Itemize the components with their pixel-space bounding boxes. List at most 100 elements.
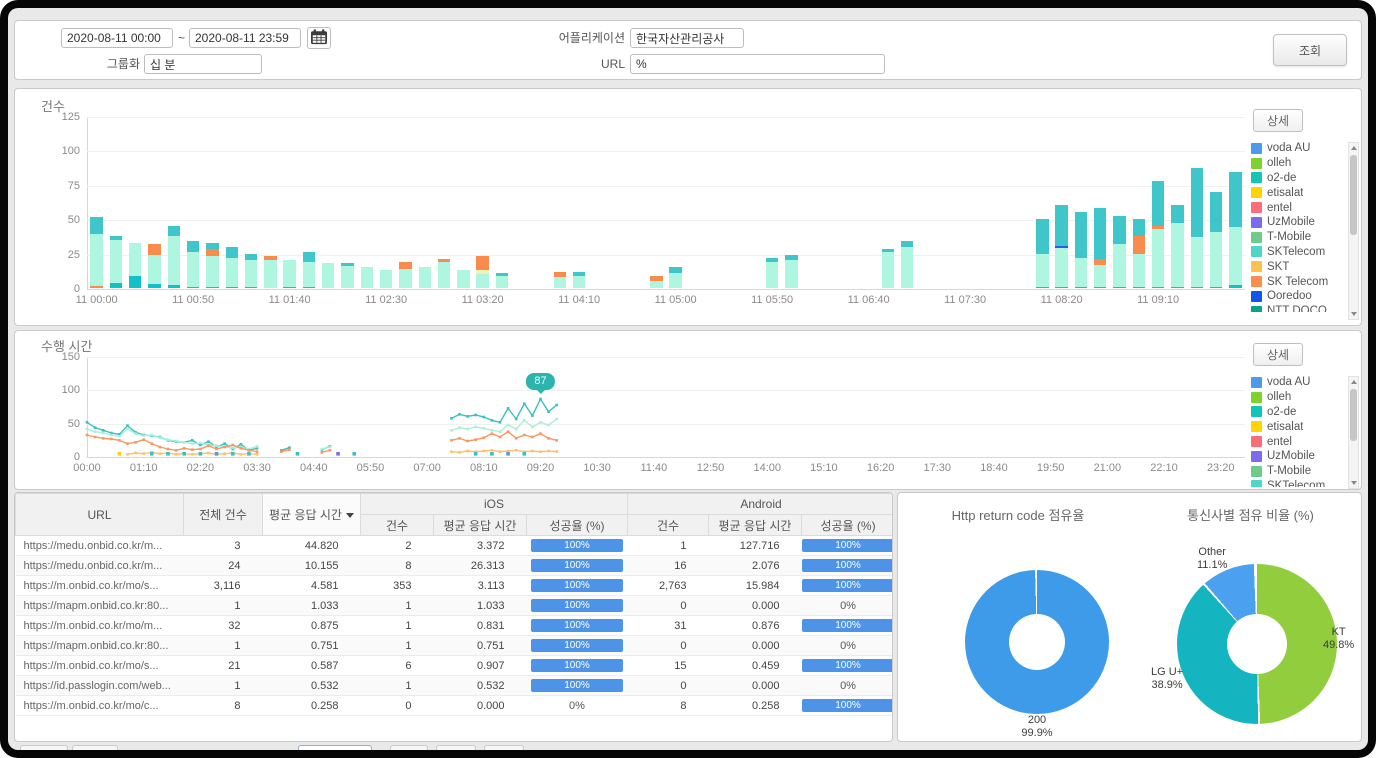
legend-label: SK Telecom [1267, 276, 1328, 288]
table-row[interactable]: https://id.passlogin.com/web...10.53210.… [16, 676, 894, 696]
table-row[interactable]: https://mapm.onbid.co.kr:80...11.03311.0… [16, 596, 894, 616]
date-from-input[interactable] [61, 28, 173, 48]
time-legend-scrollbar[interactable] [1348, 376, 1359, 489]
cell-number: 8 [184, 696, 263, 716]
bar-stack [554, 272, 566, 289]
legend-swatch-icon [1251, 276, 1262, 287]
col-header-android-success[interactable]: 성공율 (%) [802, 515, 893, 536]
bar-segment [399, 269, 411, 288]
scroll-down-icon[interactable] [1351, 312, 1357, 316]
legend-label: Ooredoo [1267, 290, 1312, 302]
legend-item[interactable]: SK Telecom [1251, 274, 1335, 289]
cell-number: 0.000 [709, 596, 802, 616]
success-rate-bar: 100% [531, 659, 623, 672]
table-row[interactable]: https://mapm.onbid.co.kr:80...10.75110.7… [16, 636, 894, 656]
lgu-label: LG U+ [1151, 666, 1183, 679]
legend-item[interactable]: etisalat [1251, 185, 1335, 200]
col-header-total[interactable]: 전체 건수 [184, 494, 263, 536]
col-header-android-count[interactable]: 건수 [628, 515, 709, 536]
bar-segment [110, 283, 122, 289]
col-header-avg-sorted[interactable]: 평균 응답 시간 [263, 494, 361, 536]
search-button[interactable]: 조회 [1273, 34, 1347, 66]
bar-segment [1036, 287, 1048, 288]
pagination-page-input[interactable] [298, 745, 372, 750]
col-header-ios-count[interactable]: 건수 [361, 515, 434, 536]
table-row[interactable]: https://medu.onbid.co.kr/m...2410.155826… [16, 556, 894, 576]
bar-segment [245, 260, 257, 286]
scroll-down-icon[interactable] [1351, 481, 1357, 485]
bar-stack [457, 270, 469, 288]
col-header-ios-avg[interactable]: 평균 응답 시간 [434, 515, 527, 536]
count-chart-plot: 025507510012511 00:0011 00:5011 01:4011 … [87, 117, 1245, 289]
table-row[interactable]: https://m.onbid.co.kr/mo/m...320.87510.8… [16, 616, 894, 636]
group-by-input[interactable] [144, 54, 262, 74]
legend-item[interactable]: entel [1251, 200, 1335, 215]
pagination-first-button[interactable] [20, 745, 68, 750]
legend-item[interactable]: T-Mobile [1251, 230, 1335, 245]
cell-number: 1 [361, 616, 434, 636]
cell-success-rate: 100% [802, 696, 893, 716]
bar-stack [1075, 212, 1087, 288]
time-detail-button[interactable]: 상세 [1253, 343, 1303, 366]
legend-item[interactable]: UzMobile [1251, 215, 1335, 230]
count-legend-scrollbar[interactable] [1348, 142, 1359, 320]
bar-stack [669, 267, 681, 288]
bar-stack [399, 262, 411, 288]
legend-item[interactable]: SKTelecom [1251, 245, 1335, 260]
cell-url: https://medu.onbid.co.kr/m... [16, 536, 184, 556]
legend-item[interactable]: UzMobile [1251, 449, 1335, 464]
cell-success-rate: 100% [527, 536, 628, 556]
table-row[interactable]: https://m.onbid.co.kr/mo/s...210.58760.9… [16, 656, 894, 676]
legend-item[interactable]: etisalat [1251, 419, 1335, 434]
legend-item[interactable]: NTT DOCO [1251, 304, 1335, 312]
application-input[interactable] [630, 28, 744, 48]
bar-segment [90, 286, 102, 288]
bar-segment [785, 260, 797, 288]
legend-item[interactable]: SKTelecom [1251, 479, 1335, 487]
count-legend-scroll-thumb[interactable] [1350, 155, 1357, 235]
success-rate-bar: 100% [802, 659, 893, 672]
legend-item[interactable]: voda AU [1251, 141, 1335, 156]
legend-item[interactable]: olleh [1251, 390, 1335, 405]
bar-segment [554, 277, 566, 288]
gridline [87, 289, 1245, 290]
bar-segment [1171, 205, 1183, 223]
table-row[interactable]: https://m.onbid.co.kr/mo/c...80.25800.00… [16, 696, 894, 716]
pagination-prev-button[interactable] [72, 745, 118, 750]
legend-item[interactable]: SKT [1251, 259, 1335, 274]
cell-number: 0.532 [434, 676, 527, 696]
pagination-next-button[interactable] [436, 745, 476, 750]
table-row[interactable]: https://m.onbid.co.kr/mo/s...3,1164.5813… [16, 576, 894, 596]
table-row[interactable]: https://medu.onbid.co.kr/m...344.82023.3… [16, 536, 894, 556]
table-header: URL 전체 건수 평균 응답 시간 iOS Android 건수 평균 응답 … [16, 494, 894, 536]
legend-item[interactable]: entel [1251, 434, 1335, 449]
bar-stack [380, 270, 392, 288]
bar-stack [245, 254, 257, 288]
url-filter-input[interactable] [630, 54, 885, 74]
pagination-last-button[interactable] [484, 745, 524, 750]
col-header-android-avg[interactable]: 평균 응답 시간 [709, 515, 802, 536]
carrier-donut-hole [1227, 614, 1287, 674]
legend-item[interactable]: voda AU [1251, 375, 1335, 390]
col-header-url[interactable]: URL [16, 494, 184, 536]
col-header-ios-success[interactable]: 성공율 (%) [527, 515, 628, 536]
legend-item[interactable]: T-Mobile [1251, 464, 1335, 479]
legend-item[interactable]: olleh [1251, 156, 1335, 171]
scroll-up-icon[interactable] [1351, 380, 1357, 384]
date-to-input[interactable] [189, 28, 301, 48]
bar-segment [206, 256, 218, 286]
cell-number: 24 [184, 556, 263, 576]
legend-item[interactable]: Ooredoo [1251, 289, 1335, 304]
cell-number: 16 [628, 556, 709, 576]
bar-segment [1210, 232, 1222, 287]
bar-segment [1075, 287, 1087, 288]
legend-swatch-icon [1251, 406, 1262, 417]
legend-item[interactable]: o2-de [1251, 405, 1335, 420]
x-tick-label: 11 00:50 [159, 294, 227, 306]
calendar-button[interactable] [307, 27, 331, 49]
success-rate-bar: 100% [531, 559, 623, 572]
scroll-up-icon[interactable] [1351, 146, 1357, 150]
count-detail-button[interactable]: 상세 [1253, 109, 1303, 132]
time-legend-scroll-thumb[interactable] [1350, 389, 1357, 441]
legend-item[interactable]: o2-de [1251, 171, 1335, 186]
